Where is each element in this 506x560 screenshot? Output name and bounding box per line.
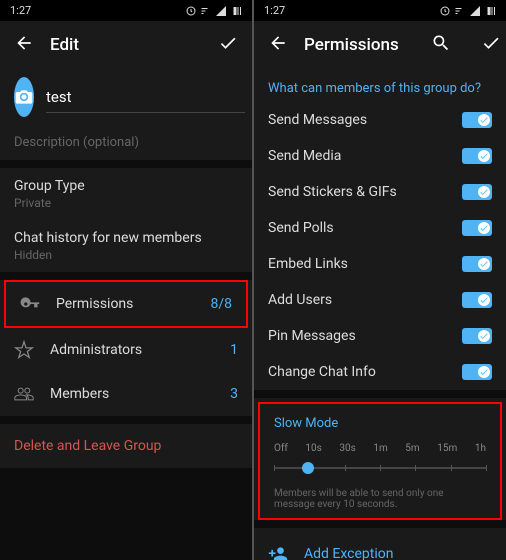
group-type-label: Group Type xyxy=(14,178,238,194)
permissions-row[interactable]: Permissions 8/8 xyxy=(6,282,246,326)
toggle-switch[interactable] xyxy=(462,292,492,308)
perm-label: Send Media xyxy=(268,148,341,164)
admins-value: 1 xyxy=(230,342,238,358)
camera-icon xyxy=(14,87,34,107)
slow-mode-desc: Members will be able to send only one me… xyxy=(274,488,486,510)
members-label: Members xyxy=(50,386,109,402)
admins-label: Administrators xyxy=(50,342,142,358)
group-type-value: Private xyxy=(14,196,238,210)
permissions-question: What can members of this group do? xyxy=(254,69,506,102)
group-type-row[interactable]: Group Type Private xyxy=(0,168,252,220)
perm-row-5[interactable]: Add Users xyxy=(254,282,506,318)
confirm-icon[interactable] xyxy=(481,33,501,57)
toggle-switch[interactable] xyxy=(462,148,492,164)
perm-row-2[interactable]: Send Stickers & GIFs xyxy=(254,174,506,210)
perm-row-0[interactable]: Send Messages xyxy=(254,102,506,138)
add-exception-button[interactable]: Add Exception xyxy=(254,528,506,560)
delete-group-button[interactable]: Delete and Leave Group xyxy=(0,424,252,468)
phone-left: 1:27 Edit Description (optional) Group T… xyxy=(0,0,252,560)
permissions-value: 8/8 xyxy=(210,296,232,312)
toggle-switch[interactable] xyxy=(462,112,492,128)
slow-mode-section: Slow Mode Off10s30s1m5m15m1h Members wil… xyxy=(258,402,502,520)
perm-row-4[interactable]: Embed Links xyxy=(254,246,506,282)
history-value: Hidden xyxy=(14,248,238,262)
members-value: 3 xyxy=(230,386,238,402)
search-icon[interactable] xyxy=(431,33,451,57)
slider-thumb[interactable] xyxy=(302,462,314,474)
perm-label: Send Polls xyxy=(268,220,334,236)
toggle-switch[interactable] xyxy=(462,256,492,272)
perm-row-3[interactable]: Send Polls xyxy=(254,210,506,246)
perm-label: Change Chat Info xyxy=(268,364,376,380)
topbar-permissions: Permissions xyxy=(254,21,506,69)
group-name-input[interactable] xyxy=(46,82,245,113)
topbar-edit: Edit xyxy=(0,21,252,69)
status-bar: 1:27 xyxy=(0,0,252,21)
toggle-switch[interactable] xyxy=(462,328,492,344)
perm-row-6[interactable]: Pin Messages xyxy=(254,318,506,354)
status-icons xyxy=(185,5,242,17)
slow-mode-title: Slow Mode xyxy=(274,416,486,431)
members-row[interactable]: Members 3 xyxy=(0,372,252,416)
perm-label: Pin Messages xyxy=(268,328,356,344)
toggle-switch[interactable] xyxy=(462,364,492,380)
star-icon xyxy=(14,340,34,360)
add-exception-label: Add Exception xyxy=(304,546,393,560)
perm-label: Send Stickers & GIFs xyxy=(268,184,397,200)
status-icons xyxy=(439,5,496,17)
toggle-switch[interactable] xyxy=(462,220,492,236)
perm-label: Add Users xyxy=(268,292,332,308)
users-icon xyxy=(14,384,34,404)
slow-mode-slider[interactable] xyxy=(274,458,486,478)
status-time: 1:27 xyxy=(264,4,285,17)
back-icon[interactable] xyxy=(14,33,34,57)
status-bar: 1:27 xyxy=(254,0,506,21)
add-user-icon xyxy=(268,544,288,560)
slow-mode-labels: Off10s30s1m5m15m1h xyxy=(274,443,486,454)
permissions-label: Permissions xyxy=(56,296,133,312)
history-label: Chat history for new members xyxy=(14,230,238,246)
back-icon[interactable] xyxy=(268,33,288,57)
avatar-button[interactable] xyxy=(14,77,34,117)
status-time: 1:27 xyxy=(10,4,31,17)
perm-row-7[interactable]: Change Chat Info xyxy=(254,354,506,390)
key-icon xyxy=(20,294,40,314)
description-field[interactable]: Description (optional) xyxy=(0,125,252,160)
perm-label: Send Messages xyxy=(268,112,367,128)
admins-row[interactable]: Administrators 1 xyxy=(0,328,252,372)
confirm-icon[interactable] xyxy=(218,33,238,57)
toggle-switch[interactable] xyxy=(462,184,492,200)
perm-label: Embed Links xyxy=(268,256,348,272)
name-row xyxy=(0,69,252,125)
page-title: Permissions xyxy=(304,35,399,55)
page-title: Edit xyxy=(50,35,79,55)
phone-right: 1:27 Permissions What can members of thi… xyxy=(254,0,506,560)
history-row[interactable]: Chat history for new members Hidden xyxy=(0,220,252,272)
perm-row-1[interactable]: Send Media xyxy=(254,138,506,174)
